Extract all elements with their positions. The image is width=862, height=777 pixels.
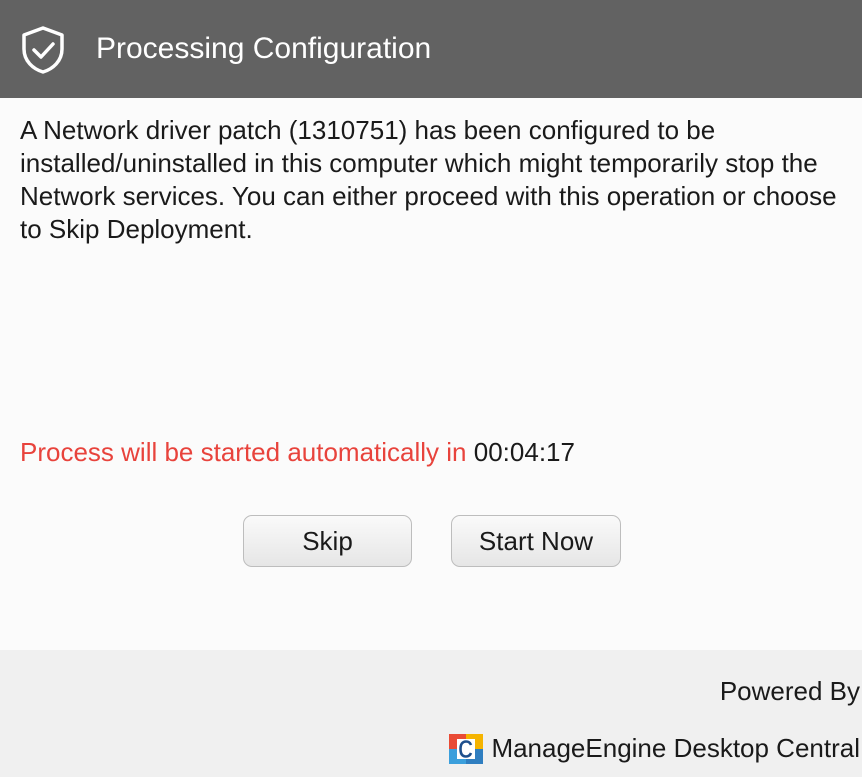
countdown-label: Process will be started automatically in: [20, 437, 467, 467]
brand: ManageEngine Desktop Central: [449, 733, 860, 764]
skip-button[interactable]: Skip: [243, 515, 412, 567]
footer: Powered By ManageEngine Desktop Central: [0, 650, 862, 777]
start-now-button[interactable]: Start Now: [451, 515, 621, 567]
title-bar: Processing Configuration: [0, 0, 862, 98]
dialog-window: Processing Configuration A Network drive…: [0, 0, 862, 777]
brand-name: ManageEngine Desktop Central: [491, 733, 860, 763]
desktop-central-logo-icon: [449, 733, 484, 764]
powered-by-label: Powered By: [719, 676, 860, 706]
message-text: A Network driver patch (1310751) has bee…: [20, 115, 837, 244]
countdown-timer: 00:04:17: [473, 437, 575, 467]
window-title: Processing Configuration: [96, 32, 432, 65]
shield-check-icon: [22, 26, 64, 74]
countdown-line: Process will be started automatically in…: [20, 435, 575, 469]
